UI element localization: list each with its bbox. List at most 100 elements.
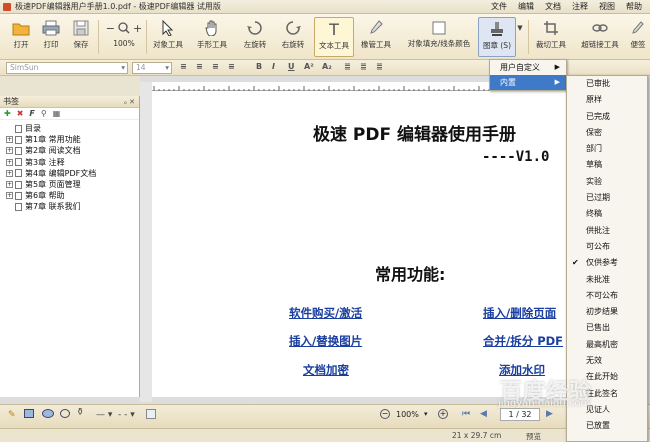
menu-edit[interactable]: 编辑 <box>518 0 534 14</box>
prev-page-icon[interactable]: ◀ <box>480 409 487 419</box>
builtin-stamp-item[interactable]: 实验 <box>567 174 647 190</box>
builtin-stamp-item[interactable]: 见证人 <box>567 402 647 418</box>
bookmark-item-ch5[interactable]: + 第5章 页面管理 <box>6 179 139 190</box>
subscript-icon[interactable]: A₂ <box>322 62 332 71</box>
builtin-stamp-item[interactable]: 已过期 <box>567 190 647 206</box>
link-purchase-activate[interactable]: 软件购买/激活 <box>289 305 362 321</box>
builtin-stamp-item[interactable]: 无效 <box>567 353 647 369</box>
plus-icon[interactable]: ✚ <box>4 109 11 118</box>
builtin-stamp-item[interactable]: 已审批 <box>567 76 647 92</box>
open-button[interactable]: 打开 <box>8 17 34 57</box>
expand-icon[interactable]: + <box>6 136 13 144</box>
page-number-input[interactable]: 1 / 32 <box>500 408 540 421</box>
find-icon[interactable]: F <box>29 109 34 118</box>
builtin-stamp-item[interactable]: 原样 <box>567 92 647 108</box>
expand-icon[interactable]: + <box>6 158 13 166</box>
builtin-stamp-item[interactable]: 部门 <box>567 141 647 157</box>
search-icon[interactable]: ⚲ <box>41 109 47 118</box>
link-tool-button[interactable]: 超链接工具 <box>578 17 622 57</box>
next-page-icon[interactable]: ▶ <box>546 409 553 419</box>
underline-icon[interactable]: U <box>288 62 295 71</box>
stamp-menu-builtin[interactable]: 内置 ▶ <box>490 75 566 90</box>
zoom-out-icon[interactable]: − <box>106 22 115 35</box>
line-dash-select[interactable]: - - ▾ <box>118 410 135 420</box>
menu-view[interactable]: 视图 <box>599 0 615 14</box>
builtin-stamp-item[interactable]: 供批注 <box>567 223 647 239</box>
superscript-icon[interactable]: A² <box>304 62 314 71</box>
bookmark-item-ch1[interactable]: + 第1章 常用功能 <box>6 134 139 145</box>
zoom-out-icon[interactable]: − <box>380 409 390 419</box>
menu-annotate[interactable]: 注释 <box>572 0 588 14</box>
bookmark-item-toc[interactable]: 目录 <box>6 123 139 134</box>
indent-icon[interactable]: ≣ <box>344 62 351 71</box>
font-size-select[interactable]: 14 ▾ <box>132 62 172 74</box>
zoom-in-icon[interactable]: + <box>438 409 448 419</box>
chevron-down-icon[interactable]: ▾ <box>424 410 428 418</box>
hand-tool-button[interactable]: 手形工具 <box>194 17 230 57</box>
fill-color-button[interactable]: 对象填充/线条颜色 <box>404 17 474 57</box>
line-style-select[interactable]: — ▾ <box>96 410 112 420</box>
panel-pin-close-icons[interactable]: ₒ ✕ <box>124 96 135 108</box>
font-select[interactable]: SimSun ▾ <box>6 62 128 74</box>
link-add-watermark[interactable]: 添加水印 <box>499 362 545 378</box>
builtin-stamp-item[interactable]: 已放置 <box>567 418 647 434</box>
object-tool-button[interactable]: 对象工具 <box>150 17 186 57</box>
italic-icon[interactable]: I <box>272 62 275 71</box>
save-button[interactable]: 保存 <box>68 17 94 57</box>
zoom-control[interactable]: − + 100% <box>104 17 144 57</box>
text-tool-button[interactable]: T 文本工具 <box>314 17 354 57</box>
builtin-stamp-item[interactable]: 未批准 <box>567 272 647 288</box>
expand-icon[interactable]: + <box>6 181 13 189</box>
rotate-left-button[interactable]: 左旋转 <box>240 17 270 57</box>
spacing-icon[interactable]: ≣ <box>376 62 383 71</box>
properties-icon[interactable]: ▦ <box>53 109 61 118</box>
first-page-icon[interactable]: ⏮ <box>462 409 470 419</box>
link-insert-replace-image[interactable]: 插入/替换图片 <box>289 333 362 349</box>
pencil-icon[interactable]: ✎ <box>8 410 16 420</box>
stamp-button[interactable]: 图章 (S) <box>478 17 516 57</box>
align-justify-icon[interactable]: ≡ <box>228 62 235 71</box>
eraser-tool-button[interactable]: 橡管工具 <box>358 17 394 57</box>
note-tool-button[interactable]: 便签 <box>628 17 648 57</box>
link-encrypt-document[interactable]: 文档加密 <box>303 362 349 378</box>
builtin-stamp-item[interactable]: 最高机密 <box>567 337 647 353</box>
menu-help[interactable]: 帮助 <box>626 0 642 14</box>
builtin-stamp-item[interactable]: 初步结果 <box>567 304 647 320</box>
zoom-in-icon[interactable]: + <box>133 22 142 35</box>
builtin-stamp-item[interactable]: 不可公布 <box>567 288 647 304</box>
rotate-right-button[interactable]: 右旋转 <box>278 17 308 57</box>
builtin-stamp-item[interactable]: 可公布 <box>567 239 647 255</box>
builtin-stamp-item[interactable]: 保密 <box>567 125 647 141</box>
bookmark-item-ch3[interactable]: + 第3章 注释 <box>6 157 139 168</box>
link-merge-split-pdf[interactable]: 合并/拆分 PDF <box>483 333 563 349</box>
fill-bucket-icon[interactable]: ⚱ <box>76 407 84 418</box>
bookmark-item-ch6[interactable]: + 第6章 帮助 <box>6 190 139 201</box>
document-page[interactable]: 极速 PDF 编辑器使用手册 ----V1.0 常用功能: 软件购买/激活 插入… <box>152 91 567 397</box>
align-right-icon[interactable]: ≡ <box>212 62 219 71</box>
rectangle-icon[interactable] <box>24 409 34 418</box>
bookmark-item-ch4[interactable]: + 第4章 编辑PDF文档 <box>6 168 139 179</box>
expand-icon[interactable]: + <box>6 169 13 177</box>
expand-icon[interactable]: + <box>6 192 13 200</box>
expand-icon[interactable]: + <box>6 147 13 155</box>
builtin-stamp-item[interactable]: 在此签名 <box>567 386 647 402</box>
menu-document[interactable]: 文档 <box>545 0 561 14</box>
stamp-menu-custom[interactable]: 用户自定义 ▶ <box>490 60 566 75</box>
align-center-icon[interactable]: ≡ <box>196 62 203 71</box>
menu-file[interactable]: 文件 <box>491 0 507 14</box>
bookmark-item-ch7[interactable]: 第7章 联系我们 <box>6 201 139 212</box>
link-insert-delete-page[interactable]: 插入/删除页面 <box>483 305 556 321</box>
crop-tool-button[interactable]: 裁切工具 <box>532 17 570 57</box>
ellipse-icon[interactable] <box>42 409 54 418</box>
stamp-dropdown-button[interactable]: ▼ <box>516 17 524 57</box>
bookmark-item-ch2[interactable]: + 第2章 阅读文档 <box>6 145 139 156</box>
print-button[interactable]: 打印 <box>38 17 64 57</box>
delete-icon[interactable]: ✖ <box>17 109 24 118</box>
color-picker-icon[interactable] <box>146 409 156 419</box>
align-left-icon[interactable]: ≡ <box>180 62 187 71</box>
outdent-icon[interactable]: ≣ <box>360 62 367 71</box>
builtin-stamp-item[interactable]: ✔ 仅供参考 <box>567 255 647 271</box>
builtin-stamp-item[interactable]: 终稿 <box>567 206 647 222</box>
circle-icon[interactable] <box>60 409 70 418</box>
bold-icon[interactable]: B <box>256 62 262 71</box>
